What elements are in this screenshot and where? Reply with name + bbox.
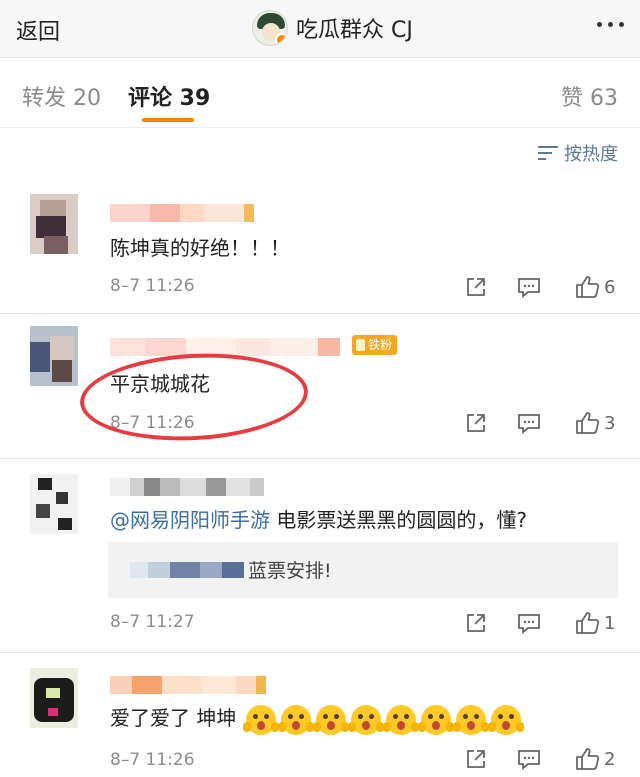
username-blurred[interactable] (110, 204, 254, 222)
repost-icon[interactable] (464, 275, 516, 299)
thumbs-up-icon (576, 412, 600, 434)
repost-icon[interactable] (464, 611, 516, 635)
tab-reposts[interactable]: 转发 20 (22, 80, 101, 112)
thumbs-up-icon (576, 276, 600, 298)
shocked-emoji-icon (278, 704, 315, 735)
comment-icon[interactable] (516, 611, 568, 635)
comment-actions: 2 (464, 746, 616, 772)
repost-icon[interactable] (464, 411, 516, 435)
badge-label: 铁粉 (368, 338, 393, 352)
comment-time: 8–7 11:26 (110, 276, 195, 296)
comment-time: 8–7 11:26 (110, 750, 195, 770)
lock-icon (356, 339, 365, 351)
divider (0, 313, 640, 314)
comment-icon[interactable] (516, 275, 568, 299)
top-nav-bar: 返回 吃瓜群众 CJ (0, 0, 640, 58)
emoji-row (243, 704, 525, 735)
repost-icon[interactable] (464, 747, 516, 771)
shocked-emoji-icon (243, 704, 280, 735)
tab-bar: 转发 20 评论 39 赞 63 (0, 58, 640, 128)
reply-username-blurred[interactable] (130, 562, 244, 578)
comment-icon[interactable] (516, 411, 568, 435)
like-button[interactable]: 2 (574, 746, 616, 772)
verified-badge-icon (275, 33, 287, 45)
sort-label: 按热度 (564, 144, 618, 165)
username-blurred[interactable] (110, 478, 264, 496)
shocked-emoji-icon (418, 704, 455, 735)
comment-body: 电影票送黑黑的圆圆的，懂? (270, 508, 527, 532)
like-button[interactable]: 1 (574, 610, 616, 636)
avatar[interactable] (30, 194, 78, 254)
shocked-emoji-icon (488, 704, 525, 735)
comment-actions: 1 (464, 610, 616, 636)
sort-by-heat-button[interactable]: 按热度 (538, 140, 618, 166)
shocked-emoji-icon (348, 704, 385, 735)
avatar[interactable] (30, 668, 78, 728)
like-count: 6 (604, 276, 616, 298)
back-button[interactable]: 返回 (16, 14, 60, 46)
sort-icon (538, 144, 558, 162)
shocked-emoji-icon (383, 704, 420, 735)
comment-actions: 6 (464, 274, 616, 300)
reply-preview[interactable]: 蓝票安排! (108, 542, 618, 598)
comment-text: 爱了爱了 坤坤 (110, 702, 525, 735)
like-button[interactable]: 3 (574, 410, 616, 436)
like-count: 2 (604, 748, 616, 770)
iron-fan-badge: 铁粉 (352, 335, 398, 355)
account-avatar[interactable] (252, 10, 288, 46)
tab-comments[interactable]: 评论 39 (128, 80, 210, 112)
avatar[interactable] (30, 326, 78, 386)
account-name[interactable]: 吃瓜群众 CJ (296, 12, 413, 44)
comment-text: 陈坤真的好绝！！！ (110, 236, 290, 260)
avatar[interactable] (30, 474, 78, 534)
thumbs-up-icon (576, 748, 600, 770)
shocked-emoji-icon (453, 704, 490, 735)
username-blurred[interactable] (110, 676, 266, 694)
thumbs-up-icon (576, 612, 600, 634)
tab-likes[interactable]: 赞 63 (561, 80, 618, 112)
divider (0, 458, 640, 459)
like-count: 3 (604, 412, 616, 434)
account-title[interactable]: 吃瓜群众 CJ (252, 6, 413, 50)
comment-actions: 3 (464, 410, 616, 436)
shocked-emoji-icon (313, 704, 350, 735)
reply-text: 蓝票安排! (248, 560, 332, 582)
like-count: 1 (604, 612, 616, 634)
like-button[interactable]: 6 (574, 274, 616, 300)
comment-time: 8–7 11:27 (110, 612, 195, 632)
comment-body: 爱了爱了 坤坤 (110, 706, 237, 730)
active-tab-indicator (142, 118, 194, 122)
comment-text: @网易阴阳师手游 电影票送黑黑的圆圆的，懂? (110, 504, 527, 533)
more-options-icon[interactable] (597, 22, 624, 27)
comment-icon[interactable] (516, 747, 568, 771)
mention-link[interactable]: @网易阴阳师手游 (110, 508, 270, 532)
divider (0, 652, 640, 653)
